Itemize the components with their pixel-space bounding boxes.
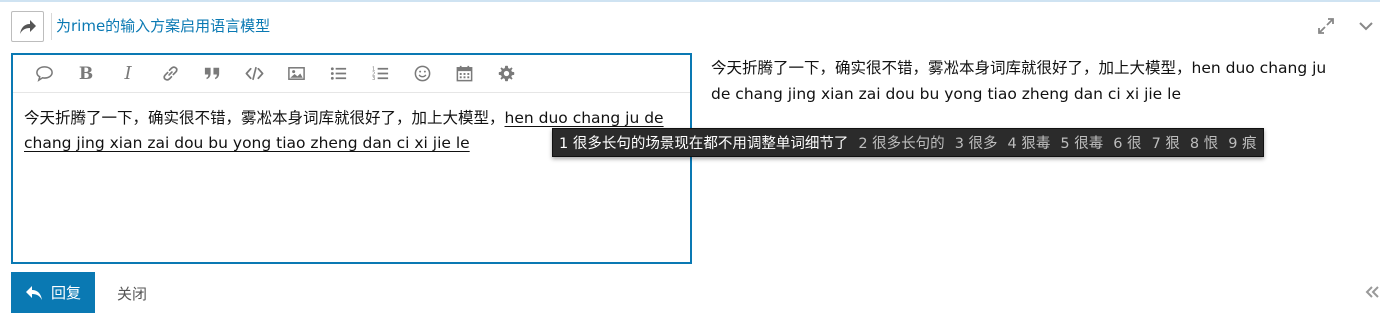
emoji-button[interactable] <box>401 59 443 89</box>
ime-candidate-6[interactable]: 6 很 <box>1113 132 1141 153</box>
reply-button-label: 回复 <box>50 284 81 302</box>
ime-candidate-window: 1 很多长句的场景现在都不用调整单词细节了 2 很多长句的 3 很多 4 狠毒 … <box>552 128 1264 157</box>
italic-button[interactable]: I <box>107 59 149 89</box>
options-button[interactable] <box>485 59 527 89</box>
code-button[interactable] <box>233 59 275 89</box>
ime-candidate-1[interactable]: 1 很多长句的场景现在都不用调整单词细节了 <box>559 132 848 153</box>
ime-candidate-9[interactable]: 9 痕 <box>1228 132 1256 153</box>
reply-button[interactable]: 回复 <box>11 272 95 313</box>
insert-date-button[interactable] <box>443 59 485 89</box>
top-accent-bar <box>0 0 1380 2</box>
ime-candidate-5[interactable]: 5 很毒 <box>1060 132 1103 153</box>
share-arrow-icon <box>19 19 36 34</box>
italic-icon: I <box>124 63 132 84</box>
speech-bubble-icon <box>35 66 53 82</box>
bold-button[interactable]: B <box>65 59 107 89</box>
link-icon <box>162 66 178 81</box>
calendar-icon <box>456 65 472 82</box>
title-divider <box>51 13 52 40</box>
gear-icon <box>498 65 514 82</box>
reply-arrow-icon <box>25 285 42 300</box>
composer-editor[interactable]: B I 1 2 3 今天折腾了一下，确实很不错，雾凇本身词库就很好了，加上大模型… <box>11 53 692 264</box>
composer-header-tools <box>1300 14 1380 38</box>
topic-title-link[interactable]: 为rime的输入方案启用语言模型 <box>56 15 270 36</box>
chevron-down-icon[interactable] <box>1357 17 1375 35</box>
numbered-list-button[interactable]: 1 2 3 <box>359 59 401 89</box>
blockquote-button[interactable] <box>191 59 233 89</box>
editor-toolbar: B I 1 2 3 <box>13 55 690 93</box>
ime-candidate-7[interactable]: 7 狠 <box>1152 132 1180 153</box>
bullet-list-icon <box>330 67 346 80</box>
blockquote-icon <box>204 67 219 80</box>
post-preview: 今天折腾了一下，确实很不错，雾凇本身词库就很好了，加上大模型，hen duo c… <box>711 59 1327 103</box>
image-icon <box>287 67 305 80</box>
double-chevron-left-icon[interactable] <box>1364 283 1380 301</box>
svg-text:3: 3 <box>371 76 374 82</box>
ime-candidate-3[interactable]: 3 很多 <box>955 132 998 153</box>
image-upload-button[interactable] <box>275 59 317 89</box>
link-button[interactable] <box>149 59 191 89</box>
expand-icon[interactable] <box>1316 16 1336 36</box>
ime-candidate-2[interactable]: 2 很多长句的 <box>858 132 944 153</box>
numbered-list-icon: 1 2 3 <box>371 67 388 82</box>
reply-action-icon-box[interactable] <box>11 11 44 42</box>
quote-reply-button[interactable] <box>23 59 65 89</box>
bullet-list-button[interactable] <box>317 59 359 89</box>
ime-candidate-4[interactable]: 4 狠毒 <box>1008 132 1051 153</box>
ime-candidate-8[interactable]: 8 恨 <box>1190 132 1218 153</box>
code-icon <box>245 66 263 81</box>
committed-text: 今天折腾了一下，确实很不错，雾凇本身词库就很好了，加上大模型， <box>24 109 505 127</box>
bold-icon: B <box>78 63 94 84</box>
close-composer-link[interactable]: 关闭 <box>117 283 147 304</box>
emoji-icon <box>414 65 430 82</box>
